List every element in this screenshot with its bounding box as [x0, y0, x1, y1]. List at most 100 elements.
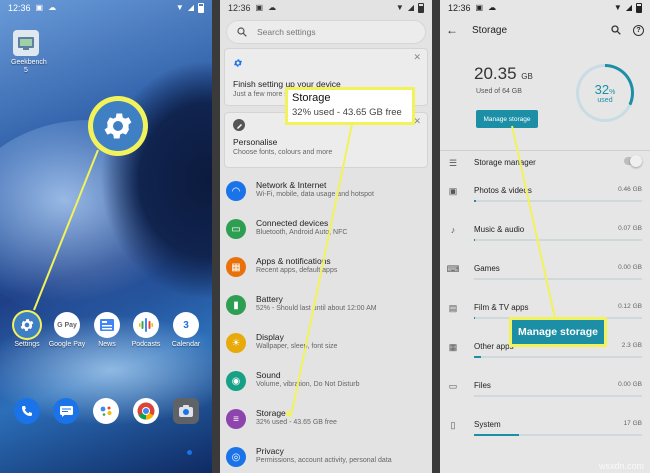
phone-icon[interactable] — [14, 398, 40, 424]
gpay-icon: G Pay — [54, 312, 80, 338]
screenshot-collage: 12:36 ▣ ☁ ▼ ◢ Geekbench 5 Settings G Pay… — [0, 0, 650, 473]
sim-icon: ▣ — [475, 3, 484, 12]
search-icon — [237, 27, 247, 37]
watermark: wsxdn.com — [598, 461, 644, 471]
storage-icon: ≡ — [226, 409, 246, 429]
storage-manager-label: Storage manager — [474, 158, 536, 167]
messages-icon[interactable] — [53, 398, 79, 424]
category-size: 2.3 GB — [621, 342, 642, 349]
settings-item-sound[interactable]: ◉ Sound Volume, vibration, Do Not Disturb — [226, 370, 428, 391]
wifi-status-icon: ▼ — [175, 3, 184, 12]
battery-status-icon — [418, 3, 424, 13]
category-usage-bar — [474, 278, 642, 280]
manage-storage-callout: Manage storage — [509, 317, 607, 347]
app-news[interactable]: News — [85, 312, 129, 348]
close-icon[interactable]: ✕ — [413, 52, 421, 63]
category-size: 0.00 GB — [618, 264, 642, 271]
app-geekbench[interactable]: Geekbench 5 — [4, 30, 48, 74]
settings-item-title: Apps & notifications — [256, 256, 331, 266]
category-name: Film & TV apps — [474, 303, 529, 312]
back-arrow-icon[interactable]: ← — [446, 23, 458, 37]
chrome-icon[interactable] — [133, 398, 159, 424]
system-icon: ▯ — [450, 420, 456, 430]
used-of-total: Used of 64 GB — [476, 88, 522, 95]
signal-icon: ◢ — [187, 3, 194, 12]
settings-item-subtitle: Recent apps, default apps — [256, 267, 338, 274]
battery-status-icon — [636, 3, 642, 13]
battery-icon: ▮ — [226, 295, 246, 315]
used-storage-value: 20.35 GB — [474, 64, 533, 84]
category-usage-bar — [474, 395, 642, 397]
brush-icon — [233, 119, 245, 131]
search-bar[interactable]: Search settings — [226, 20, 426, 44]
category-usage-bar — [474, 434, 642, 436]
category-usage-bar — [474, 200, 642, 202]
category-name: Files — [474, 381, 491, 390]
storage-category-games[interactable]: ⌨ Games 0.00 GB — [446, 262, 644, 292]
wifi-icon: ◠ — [226, 181, 246, 201]
settings-item-network-internet[interactable]: ◠ Network & Internet Wi-Fi, mobile, data u… — [226, 180, 428, 201]
camera-icon[interactable] — [173, 398, 199, 424]
wifi-status-icon: ▼ — [613, 3, 622, 12]
settings-item-title: Sound — [256, 370, 281, 380]
settings-item-apps-notifications[interactable]: ▦ Apps & notifications Recent apps, defaul… — [226, 256, 428, 277]
manage-storage-button[interactable]: Manage storage — [476, 110, 538, 128]
wifi-status-icon: ▼ — [395, 3, 404, 12]
app-label: Geekbench 5 — [11, 59, 47, 74]
storage-callout: Storage 32% used - 43.65 GB free — [285, 87, 415, 125]
settings-item-subtitle: 32% used - 43.65 GB free — [256, 419, 337, 426]
app-google-pay[interactable]: G Pay Google Pay — [45, 312, 89, 348]
search-placeholder: Search settings — [257, 27, 316, 37]
storage-category-photos-videos[interactable]: ▣ Photos & videos 0.46 GB — [446, 184, 644, 214]
app-settings[interactable]: Settings — [5, 312, 49, 348]
sim-icon: ▣ — [35, 3, 44, 12]
gear-icon — [234, 59, 242, 67]
category-name: Photos & videos — [474, 186, 532, 195]
cloud-icon: ☁ — [488, 3, 497, 12]
storage-manager-toggle[interactable] — [624, 155, 642, 167]
settings-item-subtitle: Wallpaper, sleep, font size — [256, 343, 338, 350]
status-bar: 12:36 ▣ ☁ ▼ ◢ — [440, 0, 650, 16]
app-podcasts[interactable]: Podcasts — [124, 312, 168, 348]
category-size: 0.00 GB — [618, 381, 642, 388]
folder-icon: ▭ — [448, 381, 458, 391]
settings-item-display[interactable]: ☀ Display Wallpaper, sleep, font size — [226, 332, 428, 353]
storage-category-music-audio[interactable]: ♪ Music & audio 0.07 GB — [446, 223, 644, 253]
settings-item-privacy[interactable]: ◎ Privacy Permissions, account activity, p… — [226, 446, 428, 467]
settings-item-title: Connected devices — [256, 218, 329, 228]
storage-manager-row[interactable]: ☰ Storage manager — [446, 155, 644, 186]
help-icon[interactable]: ? — [633, 24, 644, 36]
personalise-card-subtitle: Choose fonts, colours and more — [233, 149, 333, 156]
storage-screen: 12:36 ▣ ☁ ▼ ◢ ← Storage ? 20.35 GB Used … — [440, 0, 650, 473]
app-calendar[interactable]: 3 Calendar — [164, 312, 208, 348]
apps-icon: ▦ — [226, 257, 246, 277]
used-number: 20.35 — [474, 64, 517, 83]
settings-item-storage[interactable]: ≡ Storage 32% used - 43.65 GB free — [226, 408, 428, 429]
category-usage-fill — [474, 317, 475, 319]
page-indicator — [187, 450, 192, 455]
settings-item-connected-devices[interactable]: ▭ Connected devices Bluetooth, Android Aut… — [226, 218, 428, 239]
settings-small-icon — [14, 312, 40, 338]
usage-ring: 32% used — [576, 64, 634, 122]
category-usage-bar — [474, 239, 642, 241]
signal-icon: ◢ — [407, 3, 414, 12]
cloud-icon: ☁ — [268, 3, 277, 12]
settings-item-title: Display — [256, 332, 284, 342]
settings-item-subtitle: Permissions, account activity, personal … — [256, 457, 392, 464]
status-time: 12:36 — [448, 3, 471, 13]
callout-title: Storage — [292, 92, 331, 104]
settings-icon-highlighted[interactable] — [88, 96, 148, 156]
podcasts-icon — [133, 312, 159, 338]
signal-icon: ◢ — [625, 3, 632, 12]
assistant-icon[interactable] — [93, 398, 119, 424]
search-icon[interactable] — [611, 25, 621, 35]
category-name: Music & audio — [474, 225, 525, 234]
status-time: 12:36 — [228, 3, 251, 13]
storage-category-system[interactable]: ▯ System 17 GB — [446, 418, 644, 448]
gear-icon — [104, 113, 132, 139]
settings-item-battery[interactable]: ▮ Battery 52% - Should last until about 12… — [226, 294, 428, 315]
storage-category-files[interactable]: ▭ Files 0.00 GB — [446, 379, 644, 409]
calendar-icon: 3 — [173, 312, 199, 338]
settings-item-title: Network & Internet — [256, 180, 327, 190]
page-title: Storage — [472, 24, 508, 36]
